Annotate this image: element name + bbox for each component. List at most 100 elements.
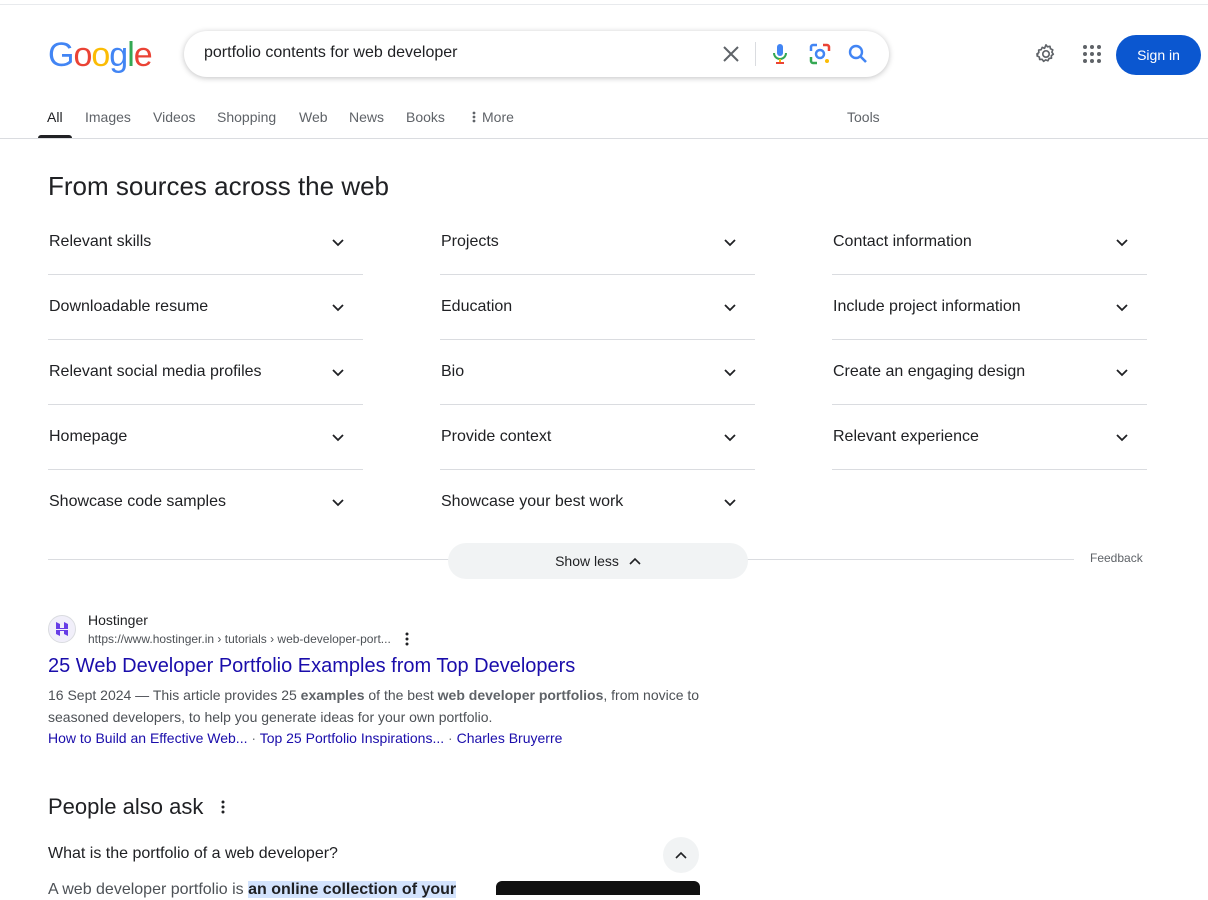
chevron-down-icon (1116, 434, 1128, 442)
chevron-down-icon (332, 434, 344, 442)
accordion-item[interactable]: Create an engaging design (832, 340, 1147, 405)
paa-menu-icon[interactable] (218, 799, 228, 815)
logo-letter: g (109, 36, 128, 74)
paa-title: People also ask (48, 794, 204, 819)
paa-answer: A web developer portfolio is an online c… (48, 881, 457, 899)
paa-thumbnail[interactable] (496, 881, 700, 900)
result-title-link[interactable]: 25 Web Developer Portfolio Examples from… (48, 655, 575, 678)
accordion-item-label: Create an engaging design (833, 363, 1026, 380)
accordion-item[interactable]: Education (440, 275, 755, 340)
hostinger-favicon (48, 615, 76, 643)
accordion-item-label: Contact information (833, 233, 972, 250)
top-rule (0, 4, 1208, 5)
accordion-item-label: Include project information (833, 298, 1021, 315)
show-less-label: Show less (555, 553, 619, 569)
tools-button[interactable]: Tools (847, 109, 880, 125)
tab-web[interactable]: Web (299, 109, 328, 125)
show-less-button[interactable]: Show less (448, 543, 748, 579)
sources-title: From sources across the web (48, 171, 390, 201)
sitelink[interactable]: Top 25 Portfolio Inspirations... (260, 730, 444, 746)
accordion-item[interactable]: Showcase your best work (440, 470, 755, 535)
accordion-item[interactable]: Projects (440, 210, 755, 275)
tab-images[interactable]: Images (85, 109, 131, 125)
accordion-item[interactable]: Showcase code samples (48, 470, 363, 535)
sign-in-button[interactable]: Sign in (1116, 35, 1201, 75)
google-logo[interactable]: Google (48, 36, 153, 74)
result-menu-icon[interactable] (402, 631, 412, 647)
tab-news[interactable]: News (349, 109, 384, 125)
sitelink[interactable]: How to Build an Effective Web... (48, 730, 247, 746)
accordion-item-label: Homepage (49, 428, 128, 445)
search-box[interactable]: portfolio contents for web developer (184, 31, 889, 77)
accordion-item[interactable]: Relevant skills (48, 210, 363, 275)
snippet-bold: examples (300, 687, 365, 703)
accordion-item-label: Relevant social media profiles (49, 363, 262, 380)
accordion-item-label: Showcase code samples (49, 493, 226, 510)
chevron-down-icon (724, 239, 736, 247)
feedback-link[interactable]: Feedback (1090, 551, 1143, 565)
chevron-down-icon (332, 499, 344, 507)
chevron-down-icon (332, 239, 344, 247)
paa-answer-highlight: an online collection of your (248, 881, 457, 898)
search-input[interactable]: portfolio contents for web developer (204, 44, 457, 62)
accordion-item-label: Downloadable resume (49, 298, 209, 315)
chevron-down-icon (332, 304, 344, 312)
tab-shopping[interactable]: Shopping (217, 109, 276, 125)
more-vert-icon (472, 111, 476, 123)
tab-all[interactable]: All (47, 109, 63, 125)
accordion-item[interactable]: Downloadable resume (48, 275, 363, 340)
apps-grid-icon[interactable] (1080, 42, 1104, 66)
tab-books[interactable]: Books (406, 109, 445, 125)
result-snippet: 16 Sept 2024 — This article provides 25 … (48, 684, 708, 728)
search-divider (755, 42, 756, 66)
sitelink-separator: · (448, 730, 453, 746)
active-tab-indicator (38, 135, 72, 138)
logo-letter: e (133, 36, 153, 74)
chevron-up-icon (629, 557, 641, 565)
tab-more[interactable]: More (472, 109, 514, 125)
logo-letter: G (48, 36, 74, 74)
result-url[interactable]: https://www.hostinger.in › tutorials › w… (88, 632, 391, 646)
accordion-item-label: Provide context (441, 428, 552, 445)
search-icon[interactable] (846, 42, 870, 66)
result-sitelinks: How to Build an Effective Web... · Top 2… (48, 730, 562, 746)
chevron-down-icon (724, 434, 736, 442)
paa-answer-text: A web developer portfolio is (48, 881, 249, 898)
accordion-item[interactable]: Relevant experience (832, 405, 1147, 470)
thumbnail-strip (496, 895, 700, 900)
result-site-name[interactable]: Hostinger (88, 612, 148, 628)
accordion-item-label: Showcase your best work (441, 493, 624, 510)
paa-collapse-button[interactable] (663, 837, 699, 873)
accordion-item[interactable]: Homepage (48, 405, 363, 470)
sitelink[interactable]: Charles Bruyerre (457, 730, 563, 746)
accordion-item[interactable]: Bio (440, 340, 755, 405)
accordion-item[interactable]: Relevant social media profiles (48, 340, 363, 405)
logo-letter: o (73, 36, 92, 74)
accordion-item-label: Relevant experience (833, 428, 979, 445)
snippet-text: — This article provides 25 (131, 687, 301, 703)
chevron-down-icon (1116, 369, 1128, 377)
search-tabs: All Images Videos Shopping Web News Book… (0, 100, 1208, 139)
clear-icon[interactable] (719, 42, 743, 66)
tab-videos[interactable]: Videos (153, 109, 196, 125)
chevron-down-icon (1116, 304, 1128, 312)
lens-icon[interactable] (808, 42, 832, 66)
accordion-item[interactable]: Include project information (832, 275, 1147, 340)
chevron-down-icon (724, 499, 736, 507)
chevron-down-icon (724, 304, 736, 312)
hostinger-logo-icon (56, 622, 68, 636)
sitelink-separator: · (251, 730, 257, 746)
accordion-item-label: Bio (441, 363, 465, 380)
logo-letter: o (91, 36, 110, 74)
accordion-item[interactable]: Provide context (440, 405, 755, 470)
accordion-item[interactable]: Contact information (832, 210, 1147, 275)
accordion-item-label: Relevant skills (49, 233, 152, 250)
chevron-up-icon (675, 851, 687, 859)
microphone-icon[interactable] (768, 42, 792, 66)
result-date: 16 Sept 2024 (48, 687, 132, 703)
chevron-down-icon (724, 369, 736, 377)
paa-question[interactable]: What is the portfolio of a web developer… (48, 845, 338, 863)
settings-gear-icon[interactable] (1034, 42, 1058, 66)
snippet-bold: web developer portfolios (437, 687, 604, 703)
tab-more-label: More (482, 109, 514, 125)
